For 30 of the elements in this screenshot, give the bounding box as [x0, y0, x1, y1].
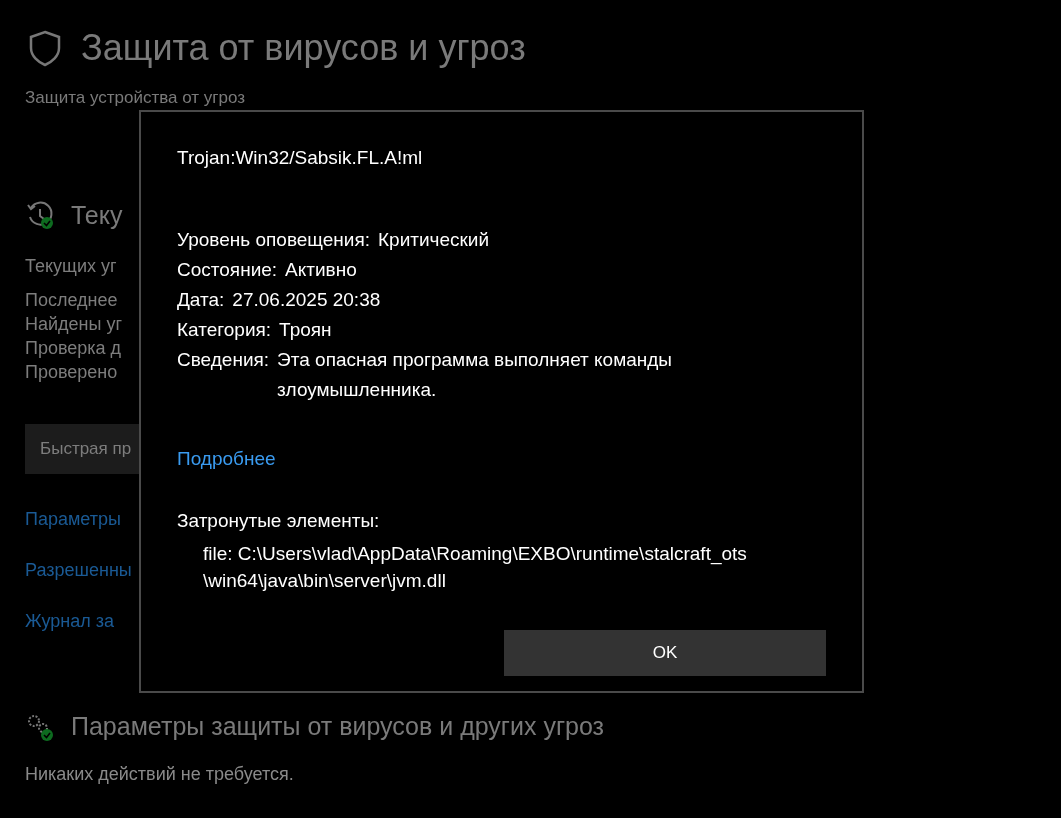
quick-scan-button[interactable]: Быстрая пр	[25, 424, 139, 474]
field-value: Эта опасная программа выполняет команды злоумышленника.	[277, 347, 673, 402]
affected-title: Затронутые элементы:	[177, 509, 381, 533]
status-line: Проверено	[25, 361, 118, 385]
settings-link[interactable]: Параметры	[25, 505, 121, 533]
page-title: Защита от вирусов и угроз	[81, 26, 526, 70]
status-line: Последнее	[25, 289, 118, 313]
threat-name: Trojan:Win32/Sabsik.FL.A!ml	[177, 146, 424, 170]
more-info-link[interactable]: Подробнее	[177, 447, 276, 469]
file-path: file: C:\Users\vlad\AppData\Roaming\EXBO\runtime\stalcraft_ots \win64\java\bin\server\jvm.dll	[202, 541, 748, 593]
field-label: Уровень оповещения:	[177, 227, 370, 252]
ok-button[interactable]: OK	[504, 629, 826, 676]
status-line: Найдены уг	[25, 313, 123, 337]
field-label: Категория:	[177, 317, 272, 342]
field-value: Троян	[279, 317, 332, 342]
section-title: Параметры защиты от вирусов и других угроз	[71, 711, 604, 742]
history-icon	[25, 200, 55, 231]
field-value: Критический	[378, 227, 490, 252]
page-subtitle: Защита устройства от угроз	[25, 87, 246, 110]
status-line: Проверка д	[25, 337, 122, 361]
field-value: 27.06.2025 20:38	[232, 287, 381, 312]
settings-link[interactable]: Разрешенны	[25, 556, 132, 584]
status-text: Никаких действий не требуется.	[25, 762, 294, 786]
field-label: Дата:	[177, 287, 225, 312]
section-title: Теку	[71, 199, 123, 231]
field-value: Активно	[285, 257, 357, 282]
field-label: Состояние:	[177, 257, 278, 282]
field-label: Сведения:	[177, 347, 270, 372]
settings-link[interactable]: Журнал за	[25, 607, 114, 635]
status-line: Текущих уг	[25, 255, 117, 279]
